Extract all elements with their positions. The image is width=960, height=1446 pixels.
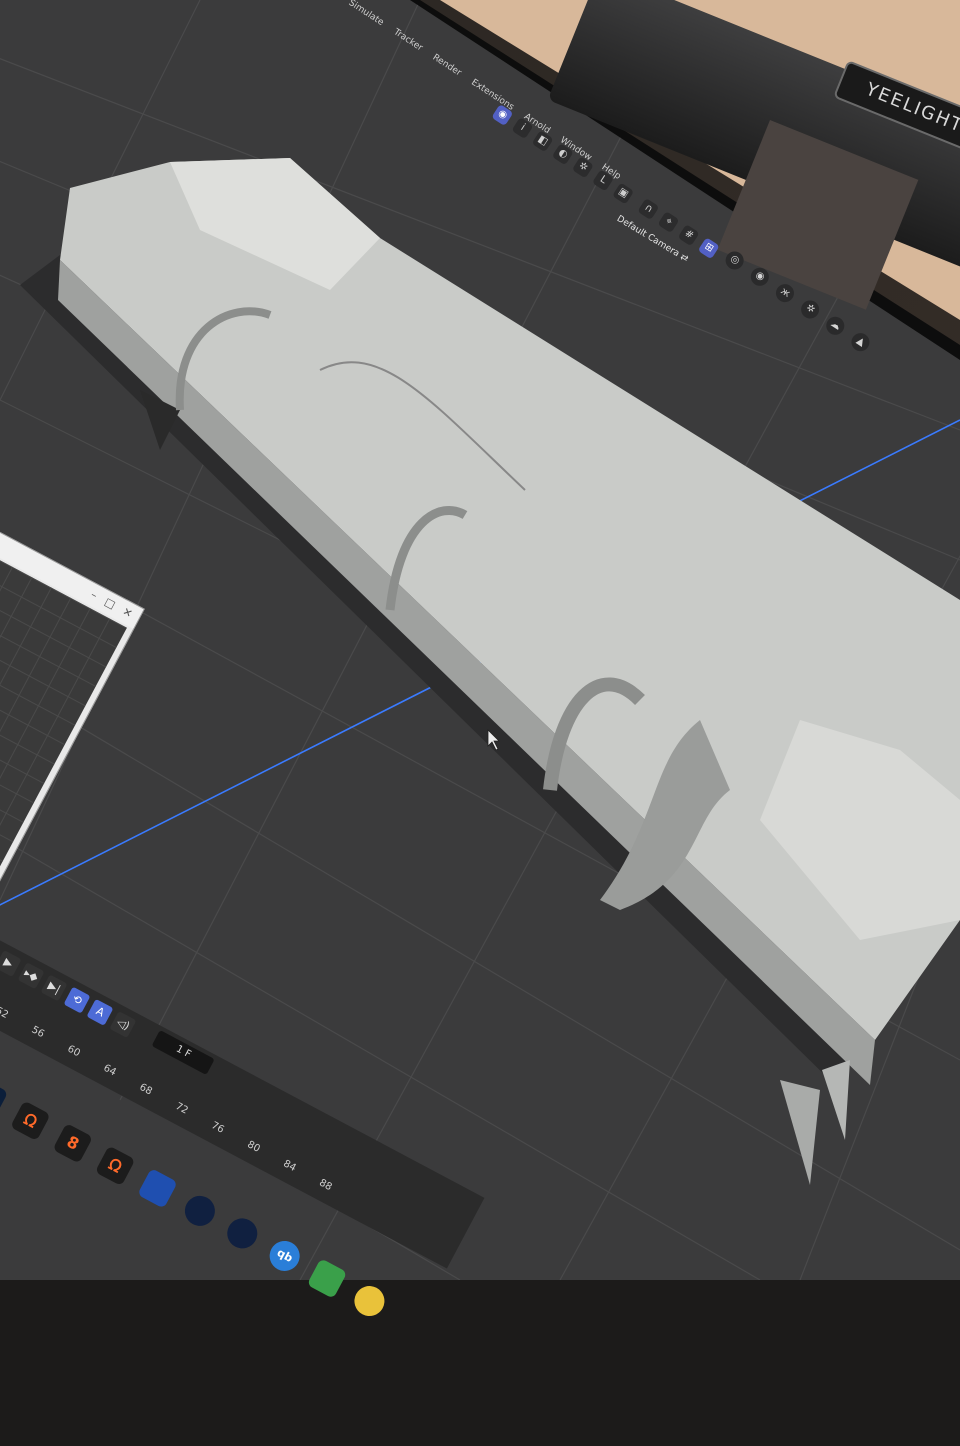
- maximize-button[interactable]: □: [100, 592, 120, 616]
- cinema4d-icon[interactable]: [179, 1190, 221, 1232]
- tick-label: 80: [245, 1139, 262, 1155]
- tick-label: 52: [0, 1005, 10, 1022]
- tick-label: 72: [173, 1100, 190, 1117]
- houdini-icon[interactable]: ᘯ: [94, 1145, 136, 1187]
- tick-label: 60: [65, 1043, 82, 1060]
- photoshop-icon[interactable]: Ps: [0, 1077, 9, 1119]
- document-icon[interactable]: [137, 1168, 178, 1209]
- cinema4d-icon[interactable]: [221, 1213, 263, 1254]
- tick-label: 64: [101, 1062, 118, 1079]
- yellow-app-icon[interactable]: [349, 1280, 390, 1322]
- tick-label: 76: [209, 1120, 226, 1136]
- minimize-button[interactable]: –: [86, 584, 101, 606]
- model-leg: [780, 1080, 820, 1185]
- model-leg: [822, 1060, 850, 1140]
- tick-label: 56: [29, 1024, 46, 1041]
- close-button[interactable]: ✕: [118, 601, 136, 625]
- tick-label: 88: [317, 1177, 334, 1194]
- houdini-8-icon[interactable]: 8: [52, 1123, 94, 1164]
- tick-label: 68: [137, 1081, 154, 1098]
- green-app-icon[interactable]: [306, 1258, 348, 1299]
- tick-label: 84: [281, 1158, 298, 1175]
- qb-icon[interactable]: qb: [264, 1235, 305, 1277]
- houdini-icon[interactable]: ᘯ: [10, 1100, 51, 1142]
